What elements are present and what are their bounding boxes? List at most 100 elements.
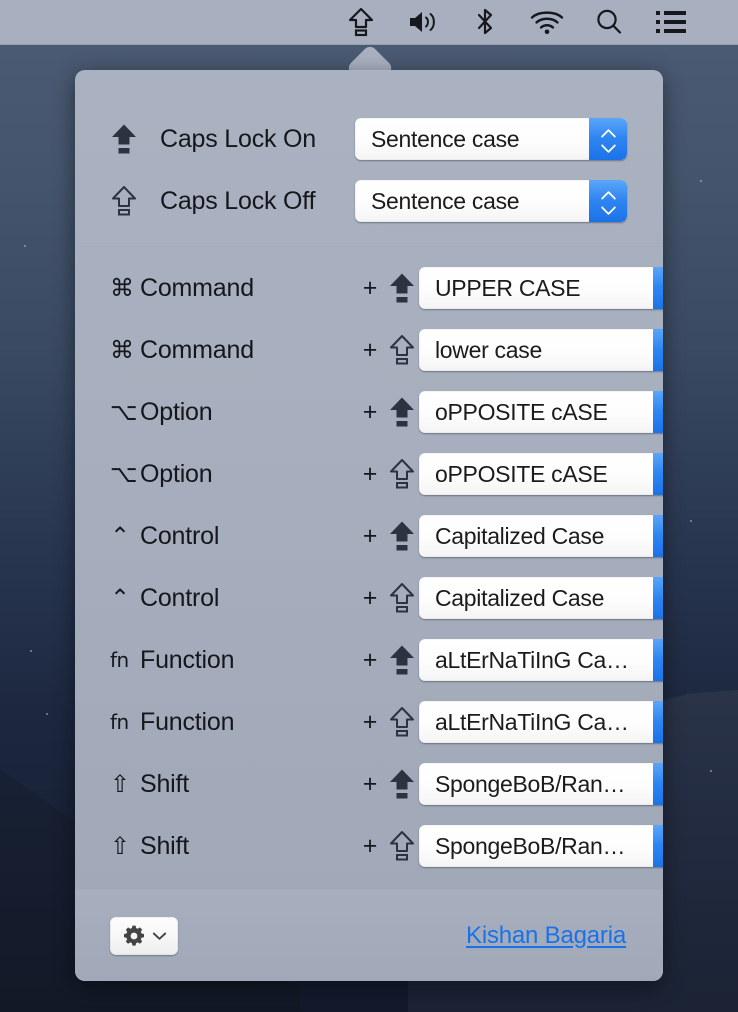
stepper-arrows-icon[interactable] — [653, 639, 663, 681]
stepper-arrows-icon[interactable] — [589, 180, 627, 222]
wifi-icon — [530, 9, 564, 35]
plus-separator: + — [362, 397, 378, 426]
caps-lock-on-icon — [385, 644, 419, 676]
plus-separator: + — [362, 707, 378, 736]
modifier-case-select[interactable]: oPPOSITE cASE — [419, 391, 663, 433]
modifier-name-label: Control — [140, 583, 220, 612]
popover-arrow — [343, 45, 397, 73]
modifier-case-select-value: oPPOSITE cASE — [435, 460, 608, 487]
list-icon — [656, 11, 686, 33]
search-icon — [594, 7, 624, 37]
row-modifier-shortcut: ⌃ Control + Capitalized Case — [75, 567, 663, 629]
modifier-case-select[interactable]: SpongeBoB/Ran… — [419, 825, 663, 867]
modifier-name-label: Control — [140, 521, 220, 550]
caps-lock-off-icon — [385, 706, 419, 738]
modifier-case-select-value: lower case — [435, 336, 542, 363]
caps-lock-off-select-value: Sentence case — [371, 187, 520, 214]
stepper-arrows-icon[interactable] — [653, 267, 663, 309]
modifier-case-select[interactable]: SpongeBoB/Ran… — [419, 763, 663, 805]
row-modifier-shortcut: ⌃ Control + Capitalized Case — [75, 505, 663, 567]
stepper-arrows-icon[interactable] — [653, 763, 663, 805]
modifier-symbol-icon: ⌃ — [110, 584, 131, 612]
gear-icon — [122, 924, 146, 948]
wallpaper-star — [24, 245, 26, 247]
row-label-group: ⌃ Control — [110, 522, 355, 551]
modifier-symbol-icon: ⌘ — [110, 336, 134, 364]
modifier-case-select[interactable]: Capitalized Case — [419, 515, 663, 557]
modifier-name-label: Function — [140, 645, 235, 674]
caps-state-section: Caps Lock On Sentence case Caps Lock Off… — [75, 70, 663, 246]
wallpaper-star — [30, 650, 32, 652]
stepper-arrows-icon[interactable] — [589, 118, 627, 160]
stepper-arrows-icon[interactable] — [653, 453, 663, 495]
modifier-case-select-value: Capitalized Case — [435, 584, 605, 611]
row-caps-lock-off: Caps Lock Off Sentence case — [75, 170, 663, 232]
chevron-down-icon — [601, 202, 616, 211]
caps-lock-settings-popover: Caps Lock On Sentence case Caps Lock Off… — [75, 70, 663, 981]
row-label-group: ⌘ Command — [110, 274, 355, 303]
caps-lock-off-select[interactable]: Sentence case — [355, 180, 627, 222]
menubar-item-spotlight[interactable] — [578, 0, 640, 45]
caps-lock-off-icon — [110, 185, 152, 217]
modifier-case-select[interactable]: lower case — [419, 329, 663, 371]
chevron-down-icon — [601, 140, 616, 149]
menubar-item-control-center[interactable] — [640, 0, 702, 45]
modifier-case-select-value: aLtErNaTiInG Ca… — [435, 646, 629, 673]
modifier-name-label: Option — [140, 459, 213, 488]
row-modifier-shortcut: ⇧ Shift + SpongeBoB/Ran… — [75, 753, 663, 815]
stepper-arrows-icon[interactable] — [653, 577, 663, 619]
plus-separator: + — [362, 521, 378, 550]
row-label-group: ⌥ Option — [110, 460, 355, 489]
modifier-symbol-icon: fn — [110, 648, 129, 672]
wallpaper-star — [690, 520, 692, 522]
row-label-group: ⌥ Option — [110, 398, 355, 427]
settings-menu-button[interactable] — [110, 916, 178, 955]
menubar-item-wifi[interactable] — [516, 0, 578, 45]
modifier-case-select-value: SpongeBoB/Ran… — [435, 832, 626, 859]
modifier-case-select[interactable]: Capitalized Case — [419, 577, 663, 619]
caps-lock-off-icon — [385, 582, 419, 614]
menubar-item-bluetooth[interactable] — [454, 0, 516, 45]
modifier-case-select[interactable]: aLtErNaTiInG Ca… — [419, 639, 663, 681]
row-label-group: ⇧ Shift — [110, 770, 355, 799]
modifier-case-select[interactable]: aLtErNaTiInG Ca… — [419, 701, 663, 743]
popover-footer: Kishan Bagaria — [75, 890, 663, 981]
plus-separator: + — [362, 583, 378, 612]
modifier-shortcuts-section: ⌘ Command + UPPER CASE ⌘ Command + lower case ⌥ O… — [75, 247, 663, 889]
plus-separator: + — [362, 335, 378, 364]
modifier-symbol-icon: ⌃ — [110, 522, 131, 550]
menubar-item-caps-lock[interactable] — [330, 0, 392, 45]
stepper-arrows-icon[interactable] — [653, 329, 663, 371]
modifier-case-select-value: SpongeBoB/Ran… — [435, 770, 626, 797]
modifier-symbol-icon: ⇧ — [110, 832, 131, 860]
bluetooth-icon — [474, 7, 496, 37]
plus-separator: + — [362, 831, 378, 860]
chevron-down-icon — [152, 931, 167, 941]
credit-link[interactable]: Kishan Bagaria — [466, 922, 626, 950]
modifier-case-select[interactable]: oPPOSITE cASE — [419, 453, 663, 495]
stepper-arrows-icon[interactable] — [653, 701, 663, 743]
stepper-arrows-icon[interactable] — [653, 515, 663, 557]
modifier-case-select[interactable]: UPPER CASE — [419, 267, 663, 309]
caps-lock-off-icon — [385, 334, 419, 366]
caps-lock-on-icon — [385, 272, 419, 304]
row-modifier-shortcut: ⌥ Option + oPPOSITE cASE — [75, 381, 663, 443]
row-label-group: Caps Lock Off — [110, 185, 355, 217]
modifier-symbol-icon: ⇧ — [110, 770, 131, 798]
stepper-arrows-icon[interactable] — [653, 825, 663, 867]
row-label-group: ⇧ Shift — [110, 832, 355, 861]
menubar-item-volume[interactable] — [392, 0, 454, 45]
modifier-name-label: Function — [140, 707, 235, 736]
modifier-name-label: Option — [140, 397, 213, 426]
caps-lock-on-icon — [385, 520, 419, 552]
modifier-symbol-icon: ⌘ — [110, 274, 134, 302]
row-modifier-shortcut: ⌥ Option + oPPOSITE cASE — [75, 443, 663, 505]
caps-lock-on-select-value: Sentence case — [371, 125, 520, 152]
chevron-up-icon — [601, 129, 616, 138]
row-modifier-shortcut: fn Function + aLtErNaTiInG Ca… — [75, 691, 663, 753]
modifier-case-select-value: Capitalized Case — [435, 522, 605, 549]
caps-lock-on-select[interactable]: Sentence case — [355, 118, 627, 160]
stepper-arrows-icon[interactable] — [653, 391, 663, 433]
caps-lock-off-icon — [385, 830, 419, 862]
modifier-name-label: Shift — [140, 831, 190, 860]
